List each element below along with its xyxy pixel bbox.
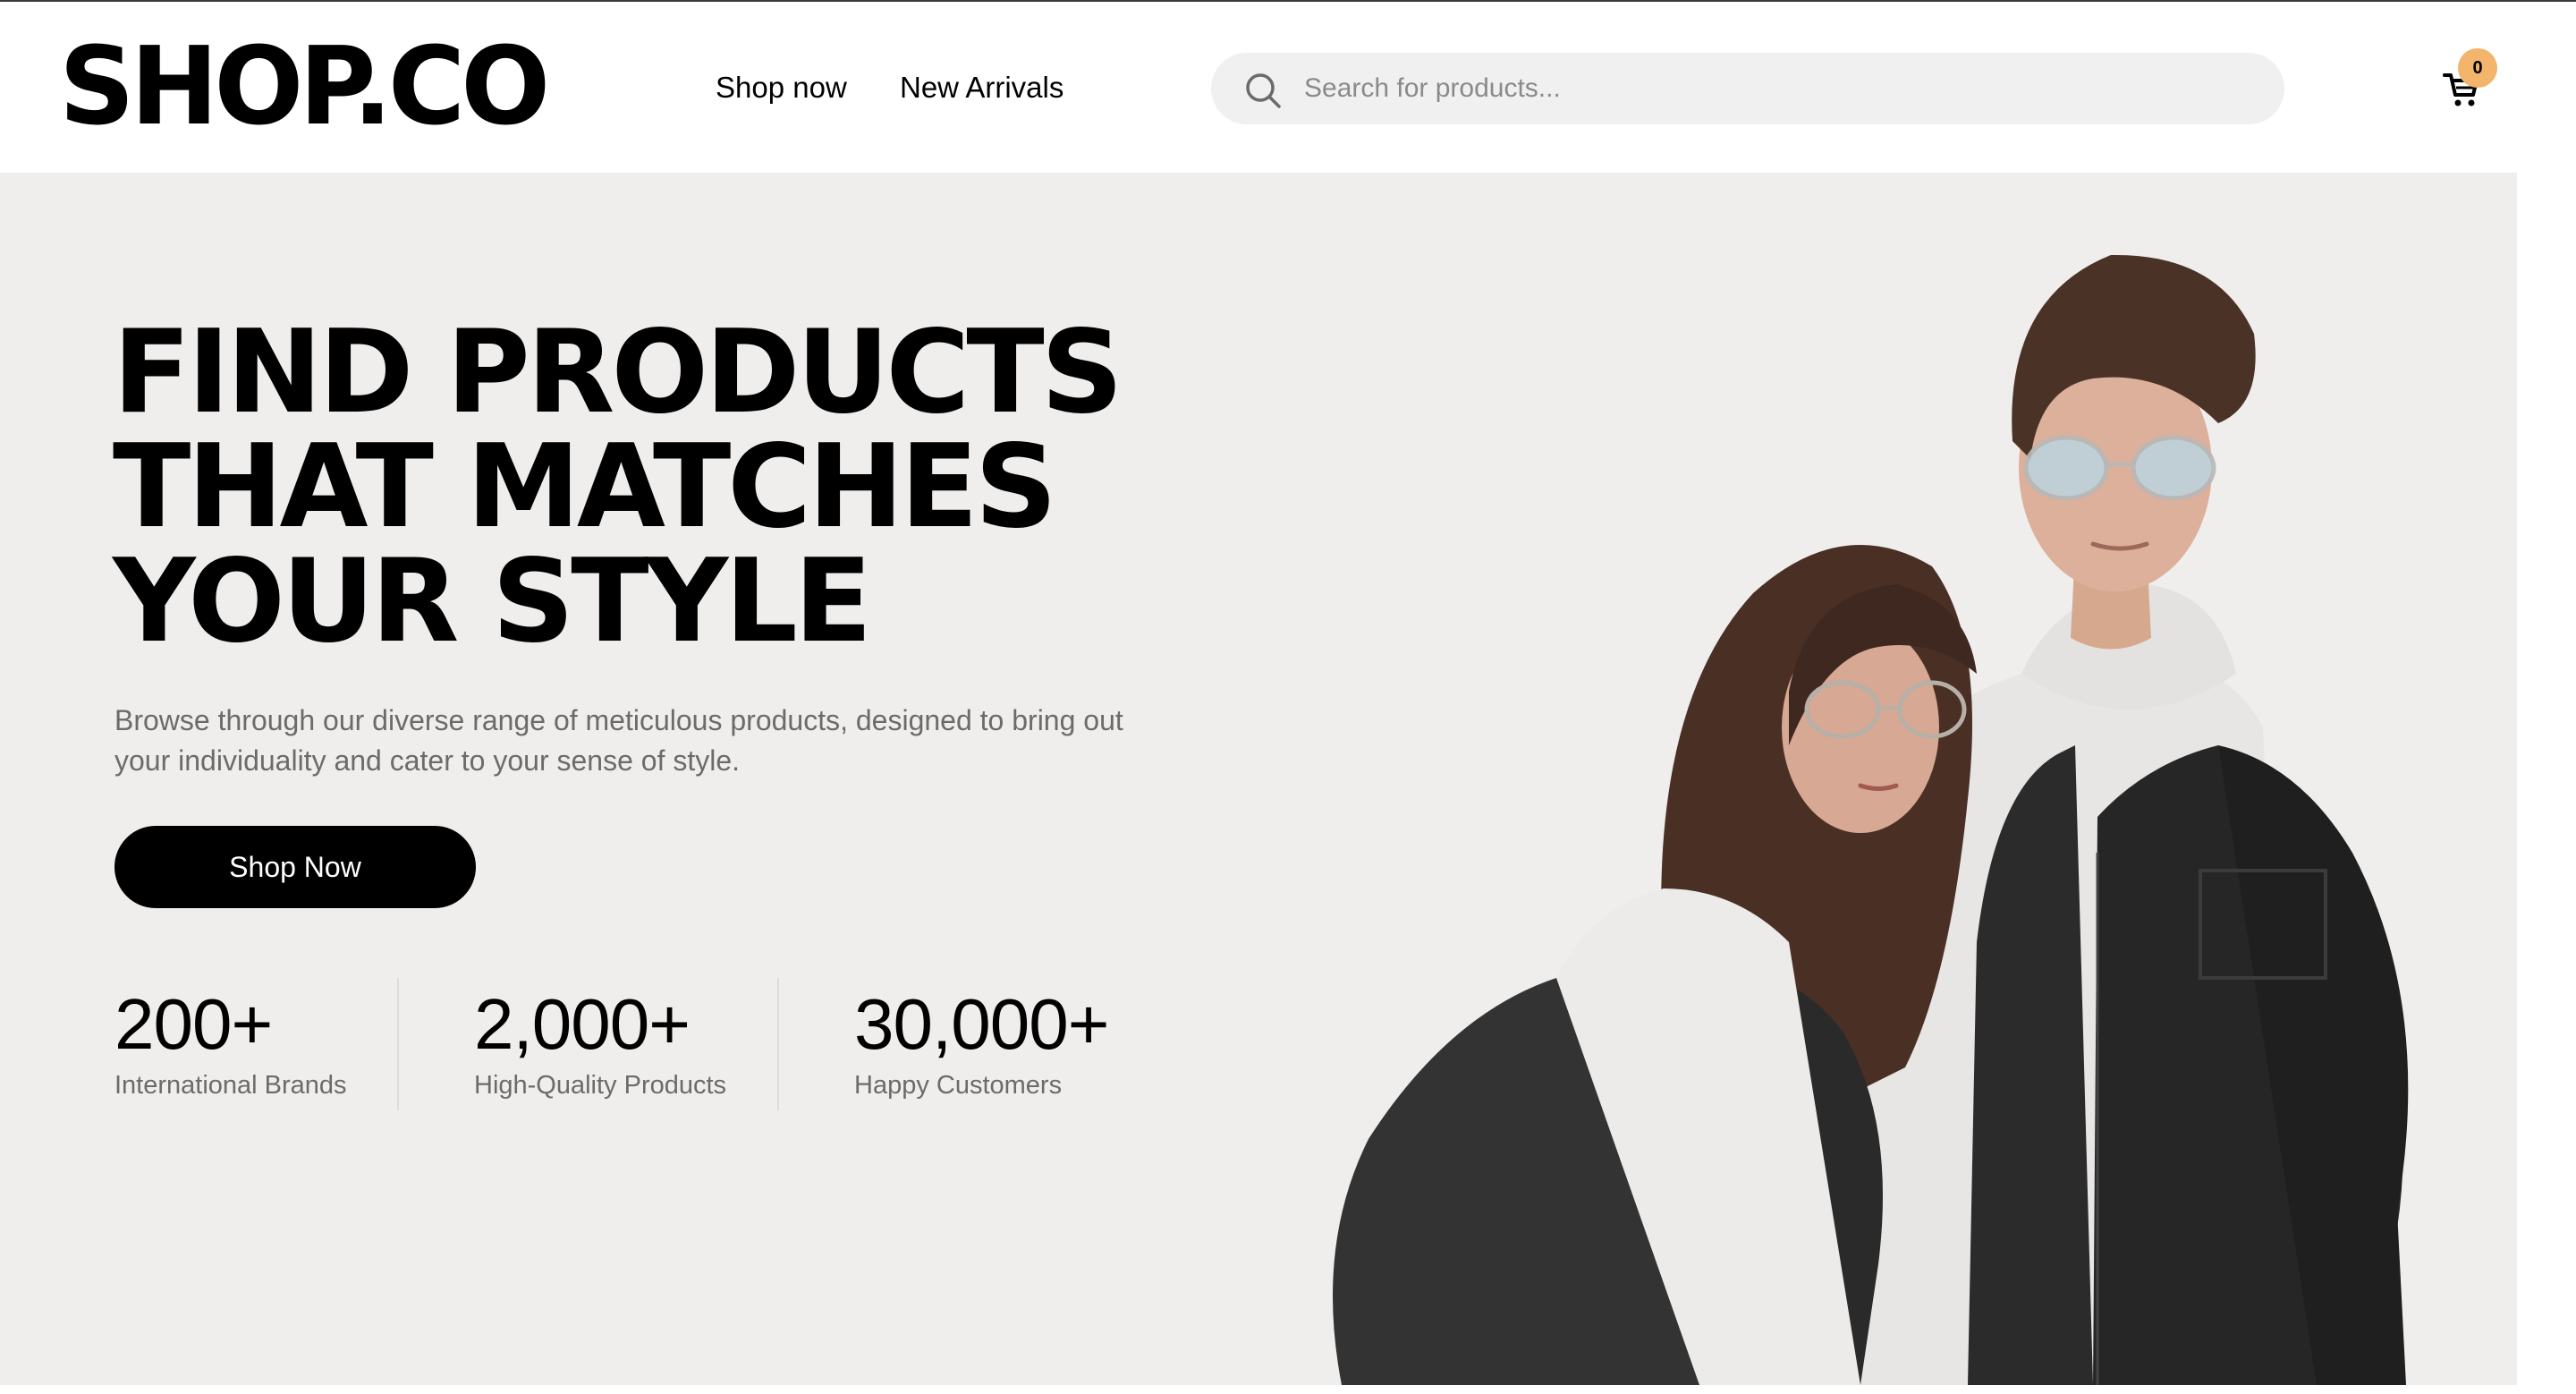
stat-label: High-Quality Products <box>474 1071 727 1100</box>
site-header: SHOP.CO Shop now New Arrivals 0 <box>0 2 2576 173</box>
stat-divider <box>777 978 779 1110</box>
hero-right-margin <box>2517 173 2576 1385</box>
stat-customers: 30,000+ Happy Customers <box>854 984 1109 1101</box>
search-bar[interactable] <box>1211 53 2284 124</box>
stat-brands: 200+ International Brands <box>114 987 347 1101</box>
nav-new-arrivals[interactable]: New Arrivals <box>900 70 1063 106</box>
headline-line: YOUR STYLE <box>113 535 872 668</box>
stat-products: 2,000+ High-Quality Products <box>474 987 726 1101</box>
hero-subtext: Browse through our diverse range of meti… <box>114 704 1123 777</box>
stat-value: 200+ <box>114 984 273 1064</box>
cart-count-badge: 0 <box>2458 48 2497 88</box>
stat-value: 30,000+ <box>854 984 1109 1064</box>
hero-image <box>1333 254 2409 1385</box>
stat-label: International Brands <box>114 1071 347 1100</box>
hero-headline: FIND PRODUCTS THAT MATCHES YOUR STYLE <box>113 316 1275 659</box>
stat-divider <box>397 978 399 1110</box>
stat-value: 2,000+ <box>474 984 691 1064</box>
shop-now-button[interactable]: Shop Now <box>114 826 476 908</box>
headline-line: THAT MATCHES <box>113 421 1057 554</box>
search-input[interactable] <box>1304 53 2252 124</box>
headline-line: FIND PRODUCTS <box>113 306 1123 439</box>
stat-label: Happy Customers <box>854 1071 1063 1100</box>
logo[interactable]: SHOP.CO <box>59 34 550 141</box>
search-icon <box>1246 73 1281 108</box>
nav-shop-now[interactable]: Shop now <box>716 70 847 106</box>
hero-section: FIND PRODUCTS THAT MATCHES YOUR STYLE Br… <box>0 173 2517 1385</box>
